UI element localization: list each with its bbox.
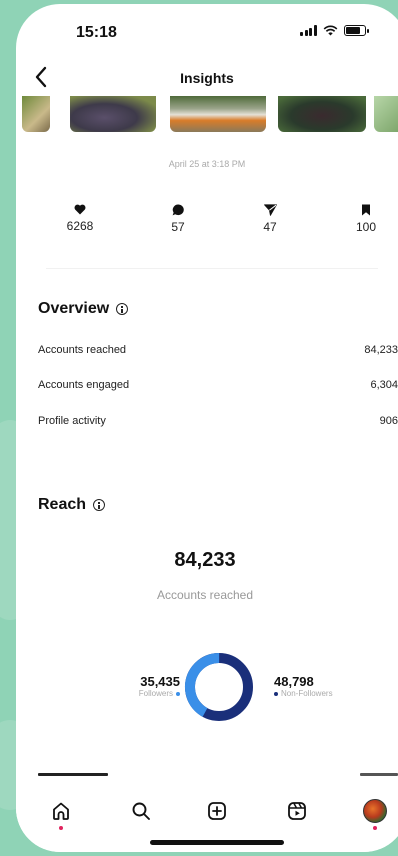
create-icon	[208, 802, 226, 820]
info-icon[interactable]	[93, 499, 106, 511]
partially-visible-row	[38, 773, 398, 781]
comments-stat: 57	[148, 204, 208, 234]
overview-row[interactable]: Profile activity 906	[38, 415, 398, 427]
non-followers-legend: 48,798 Non-Followers	[274, 674, 374, 698]
overview-row-value: 84,233	[364, 344, 398, 356]
saves-stat: 100	[336, 204, 396, 234]
search-icon	[132, 802, 150, 820]
followers-legend: 35,435 Followers	[104, 674, 180, 698]
reach-title: Reach	[38, 496, 87, 513]
shares-stat: 47	[240, 204, 300, 234]
non-followers-value: 48,798	[274, 674, 314, 689]
bookmark-icon	[362, 204, 370, 216]
post-thumbnail[interactable]	[374, 96, 398, 132]
overview-row[interactable]: Accounts engaged 6,304	[38, 379, 398, 391]
shares-count: 47	[263, 220, 277, 234]
overview-row-value: 6,304	[370, 379, 398, 391]
comment-icon	[172, 204, 184, 216]
home-icon	[53, 802, 69, 820]
home-indicator	[150, 840, 284, 845]
status-bar: 15:18	[16, 4, 398, 54]
status-time: 15:18	[76, 24, 117, 41]
post-thumbnail[interactable]	[278, 96, 366, 132]
overview-row-label: Accounts reached	[38, 344, 127, 356]
likes-count: 6268	[66, 219, 94, 233]
post-thumbnail[interactable]	[70, 96, 156, 132]
divider	[46, 268, 378, 269]
post-thumbnail[interactable]	[170, 96, 266, 132]
post-stats: 6268 57 47 100	[16, 204, 398, 244]
signal-icon	[300, 25, 317, 36]
page-title: Insights	[180, 70, 234, 86]
tab-home[interactable]	[46, 796, 76, 830]
tab-search[interactable]	[126, 796, 156, 826]
overview-row-label: Accounts engaged	[38, 379, 130, 391]
overview-title: Overview	[38, 300, 110, 317]
heart-icon	[74, 204, 86, 215]
overview-row[interactable]: Accounts reached 84,233	[38, 344, 398, 356]
post-thumbnail[interactable]	[22, 96, 50, 132]
phone-screen: 15:18 Insights April 25 at 3:18 PM 6268 …	[16, 4, 398, 852]
nav-header: Insights	[16, 60, 398, 96]
tab-create[interactable]	[202, 796, 232, 826]
post-thumbnails	[16, 96, 398, 138]
info-icon[interactable]	[116, 303, 129, 315]
overview-row-label: Profile activity	[38, 415, 106, 427]
reach-total-label: Accounts reached	[156, 588, 254, 602]
tab-reels[interactable]	[282, 796, 312, 826]
reels-icon	[288, 802, 306, 820]
followers-label: Followers	[138, 689, 173, 698]
overview-section-title: Overview	[38, 300, 129, 318]
comments-count: 57	[171, 220, 185, 234]
likes-stat: 6268	[50, 204, 110, 233]
send-icon	[263, 204, 277, 216]
reach-total: 84,233	[174, 549, 236, 571]
post-date: April 25 at 3:18 PM	[168, 159, 246, 169]
reach-donut-chart	[185, 653, 253, 721]
non-followers-dot	[274, 691, 278, 696]
status-icons	[300, 25, 369, 36]
profile-avatar	[363, 799, 387, 823]
overview-row-value: 906	[379, 415, 398, 427]
notification-dot	[373, 826, 377, 830]
notification-dot	[59, 826, 63, 830]
wifi-icon	[323, 25, 337, 36]
tab-profile[interactable]	[360, 796, 390, 830]
saves-count: 100	[355, 220, 377, 234]
non-followers-label: Non-Followers	[281, 689, 333, 698]
followers-value: 35,435	[140, 674, 180, 689]
battery-icon	[343, 25, 369, 36]
reach-section-title: Reach	[38, 496, 106, 514]
followers-dot	[176, 691, 180, 696]
